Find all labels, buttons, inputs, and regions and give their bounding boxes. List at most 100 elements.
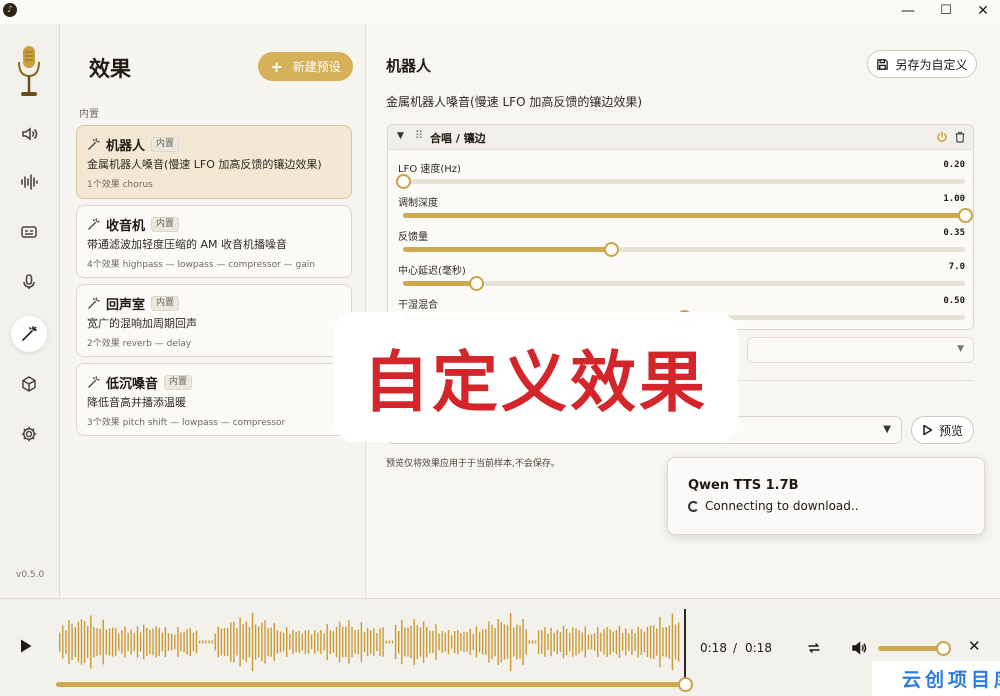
- toast-message: Connecting to download..: [688, 499, 859, 513]
- waveform-bar: [413, 618, 415, 666]
- waveform-bar: [370, 630, 372, 654]
- waveform-bar: [295, 631, 297, 653]
- close-window-button[interactable]: ✕: [966, 0, 1000, 22]
- magic-wand-icon: [88, 137, 100, 150]
- preview-label: 预览: [938, 423, 963, 438]
- chevron-down-icon: ▼: [957, 344, 964, 354]
- progress-knob[interactable]: [678, 677, 693, 692]
- volume-slider[interactable]: [878, 646, 944, 651]
- preview-button[interactable]: 预览: [911, 416, 974, 444]
- waveform[interactable]: [55, 609, 685, 675]
- waveform-bar: [174, 634, 176, 650]
- waveform-bar: [248, 626, 251, 658]
- slider-track[interactable]: [403, 276, 965, 291]
- volume-knob[interactable]: [936, 641, 951, 656]
- time-separator: /: [733, 641, 738, 655]
- waveform-bar: [593, 633, 596, 651]
- waveform-bar: [674, 624, 677, 660]
- slider-knob[interactable]: [958, 208, 973, 223]
- gear-icon[interactable]: [11, 416, 47, 452]
- maximize-button[interactable]: ☐: [929, 0, 963, 22]
- playhead[interactable]: [684, 609, 686, 687]
- waveform-bar: [500, 621, 502, 663]
- waveform-bar: [189, 628, 191, 656]
- waveform-bar: [320, 630, 322, 654]
- magic-wand-icon: [88, 375, 100, 388]
- cube-icon[interactable]: [11, 366, 47, 402]
- waveform-bar: [556, 629, 558, 655]
- waveform-bar: [329, 630, 331, 654]
- waveform-bar: [133, 632, 135, 652]
- waveform-bar: [186, 629, 188, 655]
- slider-knob[interactable]: [603, 242, 619, 257]
- slider-track[interactable]: [403, 242, 965, 257]
- waveform-bar: [432, 630, 434, 653]
- waveform-bar: [656, 628, 658, 656]
- waveform-bar: [606, 627, 608, 657]
- volume-icon[interactable]: [851, 640, 867, 656]
- add-effect-select[interactable]: ▼: [747, 337, 974, 363]
- waveform-bar: [261, 622, 263, 662]
- waveform-bar: [637, 626, 639, 658]
- waveform-bar: [625, 628, 627, 656]
- effect-card-echo[interactable]: 回声室 内置 宽广的混响加周期回声 2个效果 reverb — delay: [76, 284, 352, 357]
- waveform-bar: [671, 613, 674, 671]
- chevron-down-icon[interactable]: ▼: [397, 131, 404, 141]
- minimize-button[interactable]: —: [891, 0, 925, 22]
- waveform-bar: [354, 630, 356, 654]
- drag-handle-icon[interactable]: ⠿: [415, 129, 423, 142]
- waveform-bar: [211, 640, 213, 644]
- speaker-icon[interactable]: [11, 116, 47, 152]
- waveform-bar: [444, 632, 446, 652]
- waveform-bar: [310, 634, 313, 650]
- waveform-bar: [233, 621, 235, 663]
- title-bar: ♪ — ☐ ✕: [0, 0, 1000, 24]
- caption-icon[interactable]: [11, 214, 47, 250]
- waveform-bar: [289, 634, 291, 650]
- waveform-bar: [59, 632, 61, 652]
- slider-track[interactable]: [403, 208, 973, 223]
- play-icon[interactable]: [19, 638, 33, 654]
- plus-icon: +: [270, 57, 283, 76]
- waveform-bar: [286, 627, 288, 657]
- power-icon[interactable]: [936, 131, 948, 143]
- slider-knob[interactable]: [396, 174, 411, 189]
- waveform-bar: [208, 640, 210, 644]
- app-logo-icon: ♪: [3, 3, 17, 17]
- waveform-bar: [531, 640, 534, 644]
- waveform-icon[interactable]: [11, 164, 47, 200]
- slider-track[interactable]: [396, 174, 965, 189]
- spinner-icon: [688, 500, 699, 512]
- waveform-bar: [161, 632, 163, 652]
- magic-wand-icon[interactable]: [11, 316, 47, 352]
- effect-chain-header[interactable]: ▼ ⠿ 合唱 / 镶边: [388, 125, 973, 150]
- waveform-bar: [649, 625, 652, 659]
- progress-bar[interactable]: [56, 682, 686, 687]
- loop-icon[interactable]: [806, 640, 822, 656]
- waveform-bar: [217, 626, 219, 658]
- waveform-bar: [314, 630, 316, 654]
- waveform-bar: [236, 628, 238, 656]
- new-preset-button[interactable]: + 新建预设: [258, 52, 353, 81]
- slider-knob[interactable]: [469, 276, 485, 291]
- waveform-bar: [220, 628, 223, 656]
- waveform-bar: [581, 632, 583, 652]
- close-player-icon[interactable]: ✕: [968, 637, 981, 655]
- mic-icon[interactable]: [11, 264, 47, 300]
- effect-card-deep-voice[interactable]: 低沉嗓音 内置 降低音高并播添温暖 3个效果 pitch shift — low…: [76, 363, 352, 436]
- waveform-bar: [618, 625, 621, 659]
- trash-icon[interactable]: [954, 131, 966, 143]
- effect-card-robot[interactable]: 机器人 内置 金属机器人嗓音(慢速 LFO 加高反馈的镶边效果) 1个效果 ch…: [76, 125, 352, 199]
- waveform-bar: [164, 627, 167, 657]
- slider-fill: [403, 213, 965, 218]
- waveform-bar: [454, 631, 456, 654]
- waveform-bar: [226, 628, 229, 656]
- param-value: 0.50: [943, 296, 965, 306]
- waveform-bar: [668, 625, 670, 659]
- waveform-bar: [121, 630, 123, 654]
- waveform-bar: [565, 628, 568, 656]
- waveform-bar: [351, 626, 353, 658]
- effect-card-radio[interactable]: 收音机 内置 带通滤波加轻度压缩的 AM 收音机播噪音 4个效果 highpas…: [76, 205, 352, 278]
- waveform-bar: [628, 633, 630, 651]
- save-as-custom-button[interactable]: 另存为自定义: [867, 50, 977, 78]
